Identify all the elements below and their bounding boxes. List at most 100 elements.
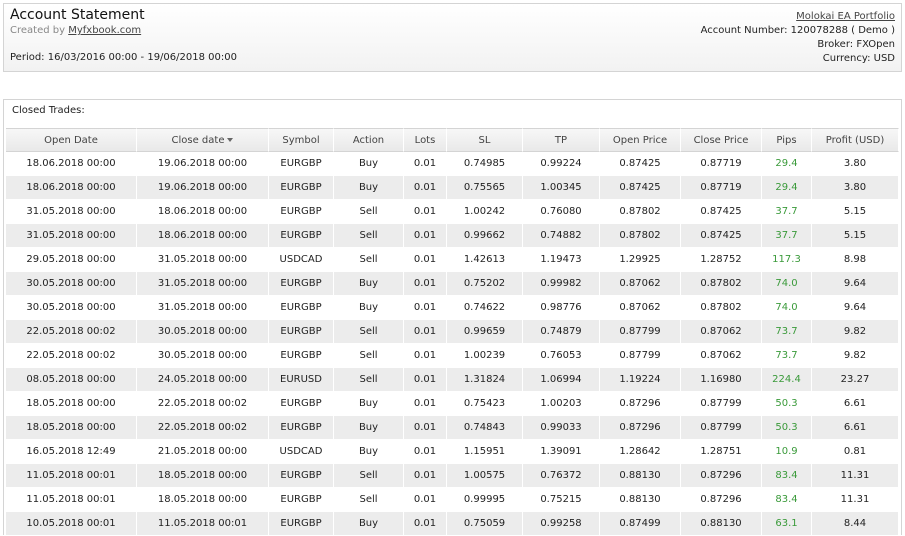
col-pips[interactable]: Pips [762,128,812,152]
cell-lots: 0.01 [404,176,447,200]
cell-open-date: 18.05.2018 00:00 [6,416,137,440]
table-row[interactable]: 30.05.2018 00:00 31.05.2018 00:00 EURGBP Bu… [6,296,899,320]
cell-profit: 6.61 [812,416,899,440]
cell-open-date: 11.05.2018 00:01 [6,464,137,488]
cell-close-date: 30.05.2018 00:00 [137,344,269,368]
sort-desc-icon [227,137,234,142]
table-row[interactable]: 18.06.2018 00:00 19.06.2018 00:00 EURGBP Bu… [6,152,899,176]
cell-profit: 5.15 [812,224,899,248]
cell-lots: 0.01 [404,248,447,272]
statement-header: Account Statement Created by Myfxbook.co… [3,3,902,72]
cell-open-price: 1.28642 [600,440,681,464]
table-row[interactable]: 30.05.2018 00:00 31.05.2018 00:00 EURGBP Bu… [6,272,899,296]
table-row[interactable]: 18.06.2018 00:00 19.06.2018 00:00 EURGBP Bu… [6,176,899,200]
account-info: Molokai EA Portfolio Account Number: 120… [701,10,895,66]
cell-close-date: 24.05.2018 00:00 [137,368,269,392]
col-open-price[interactable]: Open Price [600,128,681,152]
cell-close-date: 18.05.2018 00:00 [137,464,269,488]
table-row[interactable]: 08.05.2018 00:00 24.05.2018 00:00 EURUSD Se… [6,368,899,392]
cell-tp: 0.99033 [523,416,600,440]
cell-action: Sell [334,488,404,512]
cell-open-date: 30.05.2018 00:00 [6,296,137,320]
cell-action: Buy [334,512,404,536]
cell-open-price: 0.88130 [600,464,681,488]
cell-profit: 9.64 [812,272,899,296]
cell-open-price: 0.87296 [600,416,681,440]
cell-profit: 8.44 [812,512,899,536]
cell-close-date: 18.06.2018 00:00 [137,224,269,248]
cell-close-price: 0.87719 [681,176,762,200]
cell-action: Sell [334,248,404,272]
col-close-date[interactable]: Close date [137,128,269,152]
cell-close-price: 0.87425 [681,200,762,224]
table-row[interactable]: 31.05.2018 00:00 18.06.2018 00:00 EURGBP Se… [6,224,899,248]
cell-close-date: 18.06.2018 00:00 [137,200,269,224]
cell-profit: 6.61 [812,392,899,416]
cell-symbol: EURUSD [269,368,334,392]
col-tp[interactable]: TP [523,128,600,152]
cell-profit: 9.64 [812,296,899,320]
table-row[interactable]: 16.05.2018 12:49 21.05.2018 00:00 USDCAD Bu… [6,440,899,464]
table-row[interactable]: 11.05.2018 00:01 18.05.2018 00:00 EURGBP Se… [6,488,899,512]
cell-open-date: 11.05.2018 00:01 [6,488,137,512]
closed-trades-label: Closed Trades: [12,105,85,116]
cell-pips: 83.4 [762,464,812,488]
cell-tp: 0.75215 [523,488,600,512]
cell-close-price: 0.87802 [681,296,762,320]
col-close-price[interactable]: Close Price [681,128,762,152]
cell-open-date: 31.05.2018 00:00 [6,200,137,224]
col-lots[interactable]: Lots [404,128,447,152]
table-row[interactable]: 22.05.2018 00:02 30.05.2018 00:00 EURGBP Se… [6,320,899,344]
cell-symbol: EURGBP [269,152,334,176]
table-row[interactable]: 18.05.2018 00:00 22.05.2018 00:02 EURGBP Bu… [6,416,899,440]
col-open-date[interactable]: Open Date [6,128,137,152]
cell-close-price: 1.16980 [681,368,762,392]
cell-close-price: 0.87719 [681,152,762,176]
cell-lots: 0.01 [404,392,447,416]
cell-lots: 0.01 [404,368,447,392]
cell-open-price: 0.87802 [600,224,681,248]
cell-lots: 0.01 [404,152,447,176]
cell-sl: 1.15951 [447,440,523,464]
portfolio-link[interactable]: Molokai EA Portfolio [796,11,895,22]
table-row[interactable]: 31.05.2018 00:00 18.06.2018 00:00 EURGBP Se… [6,200,899,224]
cell-lots: 0.01 [404,320,447,344]
col-profit[interactable]: Profit (USD) [812,128,899,152]
cell-tp: 1.00345 [523,176,600,200]
cell-open-date: 10.05.2018 00:01 [6,512,137,536]
table-row[interactable]: 11.05.2018 00:01 18.05.2018 00:00 EURGBP Se… [6,464,899,488]
cell-profit: 0.81 [812,440,899,464]
table-row[interactable]: 10.05.2018 00:01 11.05.2018 00:01 EURGBP Bu… [6,512,899,536]
cell-action: Sell [334,224,404,248]
cell-pips: 50.3 [762,392,812,416]
cell-action: Sell [334,200,404,224]
cell-tp: 1.39091 [523,440,600,464]
cell-pips: 73.7 [762,320,812,344]
cell-profit: 9.82 [812,344,899,368]
cell-action: Buy [334,416,404,440]
cell-open-price: 0.87799 [600,320,681,344]
col-symbol[interactable]: Symbol [269,128,334,152]
cell-tp: 1.06994 [523,368,600,392]
cell-profit: 3.80 [812,152,899,176]
cell-symbol: EURGBP [269,392,334,416]
cell-action: Sell [334,344,404,368]
table-row[interactable]: 18.05.2018 00:00 22.05.2018 00:02 EURGBP Bu… [6,392,899,416]
cell-profit: 11.31 [812,488,899,512]
cell-close-date: 22.05.2018 00:02 [137,416,269,440]
col-sl[interactable]: SL [447,128,523,152]
table-header-row: Open Date Close date Symbol Action Lots … [6,128,899,152]
cell-sl: 0.75423 [447,392,523,416]
col-action[interactable]: Action [334,128,404,152]
cell-action: Sell [334,464,404,488]
table-row[interactable]: 29.05.2018 00:00 31.05.2018 00:00 USDCAD Se… [6,248,899,272]
cell-symbol: EURGBP [269,272,334,296]
cell-lots: 0.01 [404,464,447,488]
myfxbook-link[interactable]: Myfxbook.com [68,25,141,36]
cell-sl: 0.74985 [447,152,523,176]
cell-action: Buy [334,440,404,464]
cell-lots: 0.01 [404,416,447,440]
table-row[interactable]: 22.05.2018 00:02 30.05.2018 00:00 EURGBP Se… [6,344,899,368]
cell-profit: 23.27 [812,368,899,392]
broker: Broker: FXOpen [817,39,895,50]
